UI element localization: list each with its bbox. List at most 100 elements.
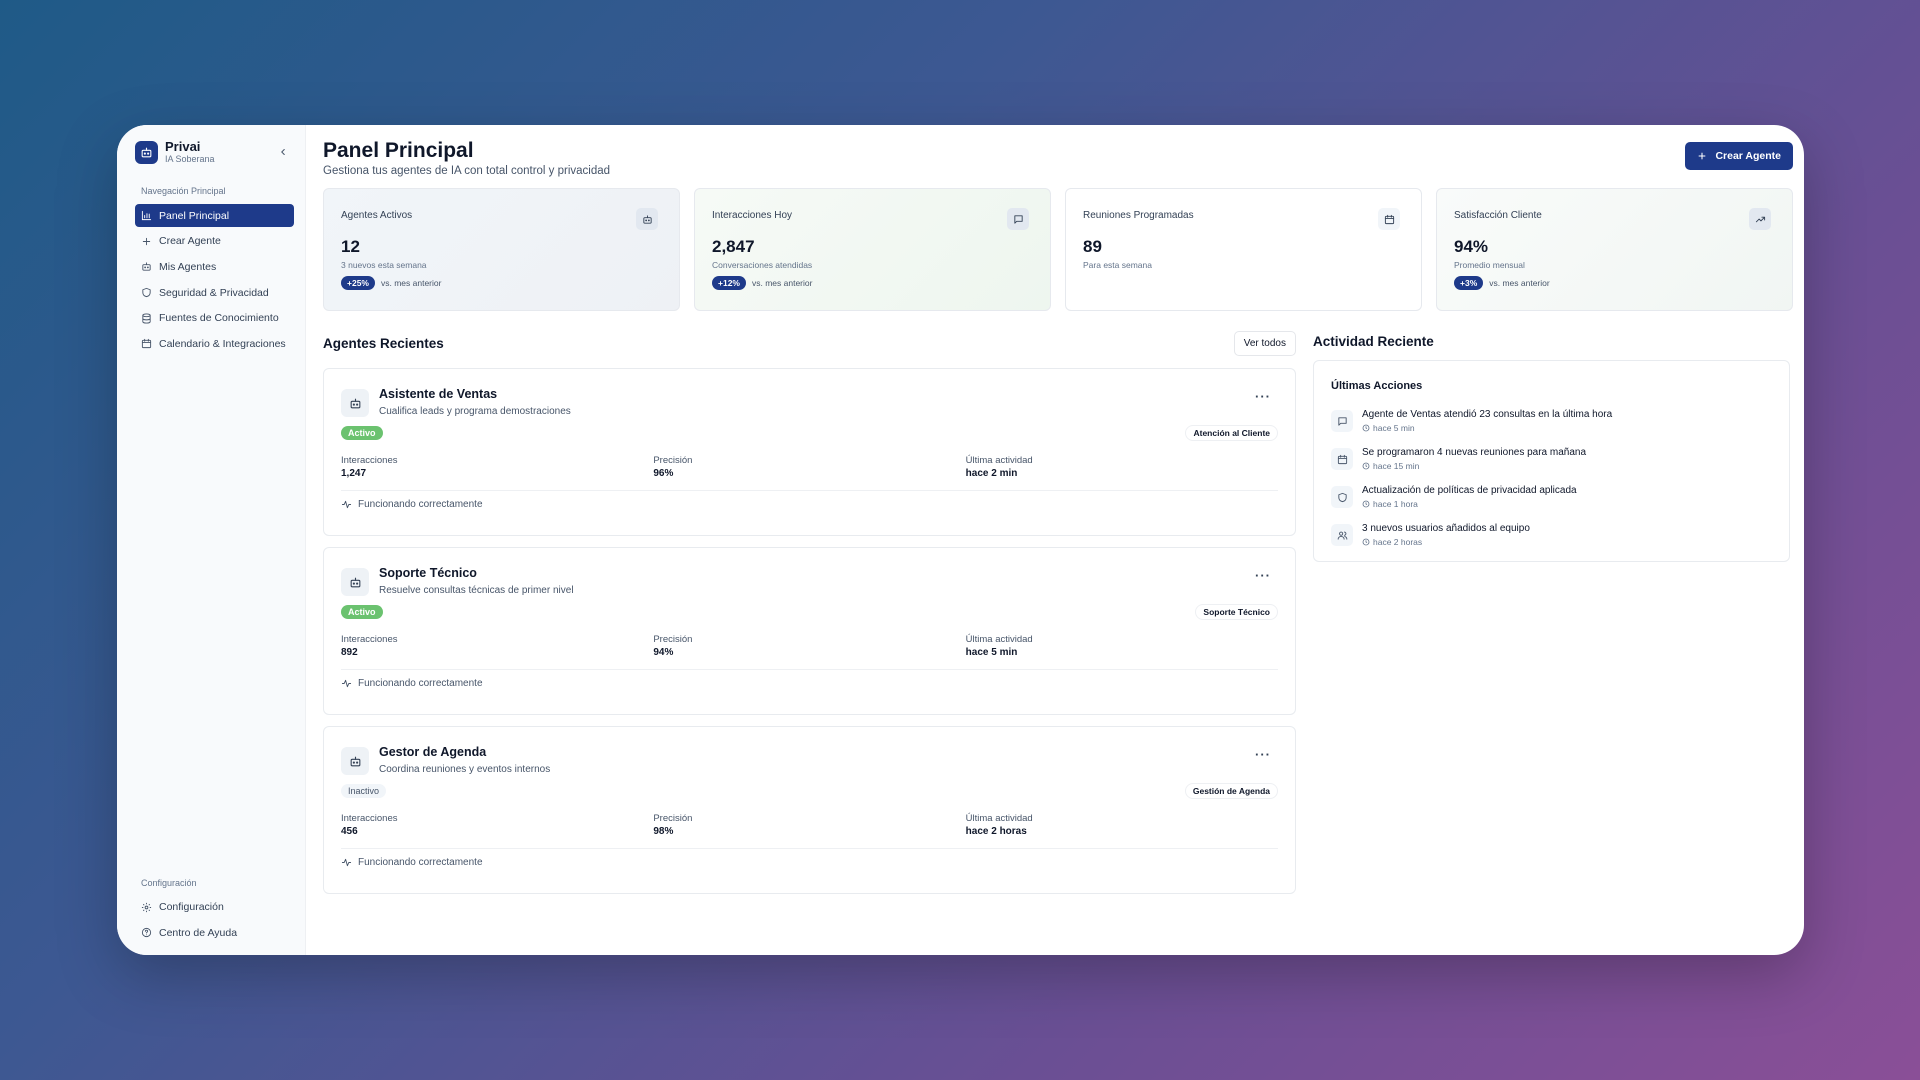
message-icon — [1331, 410, 1353, 432]
sidebar-item-label: Calendario & Integraciones — [159, 337, 286, 350]
agent-desc: Coordina reuniones y eventos internos — [379, 764, 551, 775]
agent-health-text: Funcionando correctamente — [358, 857, 483, 868]
change-badge: +25% — [341, 276, 375, 290]
metric-label: Precisión — [653, 813, 693, 824]
stat-card-agentes-activos: Agentes Activos 12 3 nuevos esta semana … — [323, 188, 680, 311]
metric-label: Precisión — [653, 455, 693, 466]
agent-card[interactable]: Soporte Técnico Resuelve consultas técni… — [323, 547, 1296, 715]
status-badge: Activo — [341, 605, 383, 619]
main-content: Panel Principal Gestiona tus agentes de … — [306, 125, 1804, 955]
sidebar-item-ayuda[interactable]: Centro de Ayuda — [135, 921, 294, 944]
stat-value: 2,847 — [712, 237, 755, 256]
more-options-icon[interactable]: ··· — [1255, 389, 1271, 404]
bot-icon — [341, 568, 369, 596]
collapse-sidebar-icon[interactable] — [276, 145, 290, 159]
metric-label: Última actividad — [965, 455, 1033, 466]
agent-name: Soporte Técnico — [379, 566, 477, 580]
activity-item[interactable]: 3 nuevos usuarios añadidos al equipo hac… — [1331, 522, 1772, 547]
view-all-button[interactable]: Ver todos — [1233, 330, 1296, 356]
bot-logo-icon — [135, 140, 158, 164]
sidebar-item-panel-principal[interactable]: Panel Principal — [135, 204, 294, 227]
page-subtitle: Gestiona tus agentes de IA con total con… — [323, 165, 611, 177]
activity-pulse-icon — [341, 499, 352, 510]
stat-card-reuniones: Reuniones Programadas 89 Para esta seman… — [1065, 188, 1422, 311]
agent-desc: Resuelve consultas técnicas de primer ni… — [379, 585, 574, 596]
activity-time: hace 15 min — [1373, 461, 1420, 471]
stat-desc: Promedio mensual — [1454, 260, 1525, 270]
sidebar-item-mis-agentes[interactable]: Mis Agentes — [135, 255, 294, 278]
sidebar-item-configuracion[interactable]: Configuración — [135, 896, 294, 919]
more-options-icon[interactable]: ··· — [1255, 747, 1271, 762]
agent-desc: Cualifica leads y programa demostracione… — [379, 406, 571, 417]
activity-text: Agente de Ventas atendió 23 consultas en… — [1362, 409, 1613, 420]
section-title: Actividad Reciente — [1313, 333, 1434, 349]
trending-up-icon — [1749, 208, 1771, 230]
activity-text: 3 nuevos usuarios añadidos al equipo — [1362, 523, 1530, 534]
sidebar-item-label: Crear Agente — [159, 235, 221, 248]
activity-card: Últimas Acciones Agente de Ventas atendi… — [1313, 360, 1790, 562]
more-options-icon[interactable]: ··· — [1255, 568, 1271, 583]
sidebar-item-crear-agente[interactable]: Crear Agente — [135, 230, 294, 253]
plus-icon — [1697, 151, 1707, 161]
stat-title: Interacciones Hoy — [712, 210, 793, 221]
metric-value: hace 5 min — [965, 647, 1018, 658]
recent-activity-section: Actividad Reciente Últimas Acciones Agen… — [1313, 329, 1790, 894]
stat-value: 12 — [341, 237, 360, 256]
agent-card[interactable]: Gestor de Agenda Coordina reuniones y ev… — [323, 726, 1296, 894]
activity-text: Se programaron 4 nuevas reuniones para m… — [1362, 447, 1587, 458]
sidebar-item-label: Centro de Ayuda — [159, 926, 238, 939]
activity-pulse-icon — [341, 678, 352, 689]
metric-value: 96% — [653, 468, 674, 479]
metric-value: 1,247 — [341, 468, 367, 479]
stat-desc: 3 nuevos esta semana — [341, 260, 427, 270]
change-text: vs. mes anterior — [1489, 278, 1550, 288]
clock-icon — [1362, 538, 1370, 546]
users-icon — [1331, 524, 1353, 546]
sidebar-item-label: Fuentes de Conocimiento — [159, 312, 279, 325]
page-title: Panel Principal — [323, 139, 474, 162]
metric-label: Última actividad — [965, 813, 1033, 824]
gear-icon — [141, 902, 152, 913]
metric-value: hace 2 min — [965, 468, 1018, 479]
sidebar-item-calendario[interactable]: Calendario & Integraciones — [135, 332, 294, 355]
metric-label: Precisión — [653, 634, 693, 645]
clock-icon — [1362, 500, 1370, 508]
activity-item[interactable]: Agente de Ventas atendió 23 consultas en… — [1331, 408, 1772, 433]
stats-row: Agentes Activos 12 3 nuevos esta semana … — [323, 188, 1793, 311]
metric-label: Interacciones — [341, 634, 398, 645]
stat-value: 94% — [1454, 237, 1489, 256]
clock-icon — [1362, 462, 1370, 470]
activity-text: Actualización de políticas de privacidad… — [1362, 485, 1577, 496]
sidebar-item-seguridad[interactable]: Seguridad & Privacidad — [135, 281, 294, 304]
bar-chart-icon — [141, 210, 152, 221]
activity-pulse-icon — [341, 857, 352, 868]
activity-subtitle: Últimas Acciones — [1331, 380, 1423, 392]
create-agent-button[interactable]: Crear Agente — [1685, 142, 1793, 170]
calendar-icon — [1331, 448, 1353, 470]
brand-subtitle: IA Soberana — [165, 154, 215, 164]
message-icon — [1007, 208, 1029, 230]
metric-label: Última actividad — [965, 634, 1033, 645]
agent-health-text: Funcionando correctamente — [358, 499, 483, 510]
recent-agents-section: Agentes Recientes Ver todos Asistente de… — [323, 329, 1296, 894]
shield-icon — [1331, 486, 1353, 508]
agent-health-text: Funcionando correctamente — [358, 678, 483, 689]
stat-card-interacciones: Interacciones Hoy 2,847 Conversaciones a… — [694, 188, 1051, 311]
activity-time: hace 2 horas — [1373, 537, 1423, 547]
activity-item[interactable]: Se programaron 4 nuevas reuniones para m… — [1331, 446, 1772, 471]
create-agent-label: Crear Agente — [1715, 150, 1781, 162]
sidebar-item-label: Configuración — [159, 901, 224, 914]
bot-icon — [341, 389, 369, 417]
activity-item[interactable]: Actualización de políticas de privacidad… — [1331, 484, 1772, 509]
sidebar-item-label: Mis Agentes — [159, 260, 217, 273]
brand-name: Privai — [165, 139, 201, 154]
bot-icon — [141, 261, 152, 272]
agent-card[interactable]: Asistente de Ventas Cualifica leads y pr… — [323, 368, 1296, 536]
metric-value: hace 2 horas — [965, 826, 1027, 837]
nav-section-label: Navegación Principal — [141, 186, 226, 196]
change-badge: +12% — [712, 276, 746, 290]
sidebar-item-fuentes[interactable]: Fuentes de Conocimiento — [135, 307, 294, 330]
brand: Privai IA Soberana — [135, 135, 294, 169]
category-badge: Gestión de Agenda — [1184, 783, 1278, 799]
agent-name: Gestor de Agenda — [379, 745, 487, 759]
